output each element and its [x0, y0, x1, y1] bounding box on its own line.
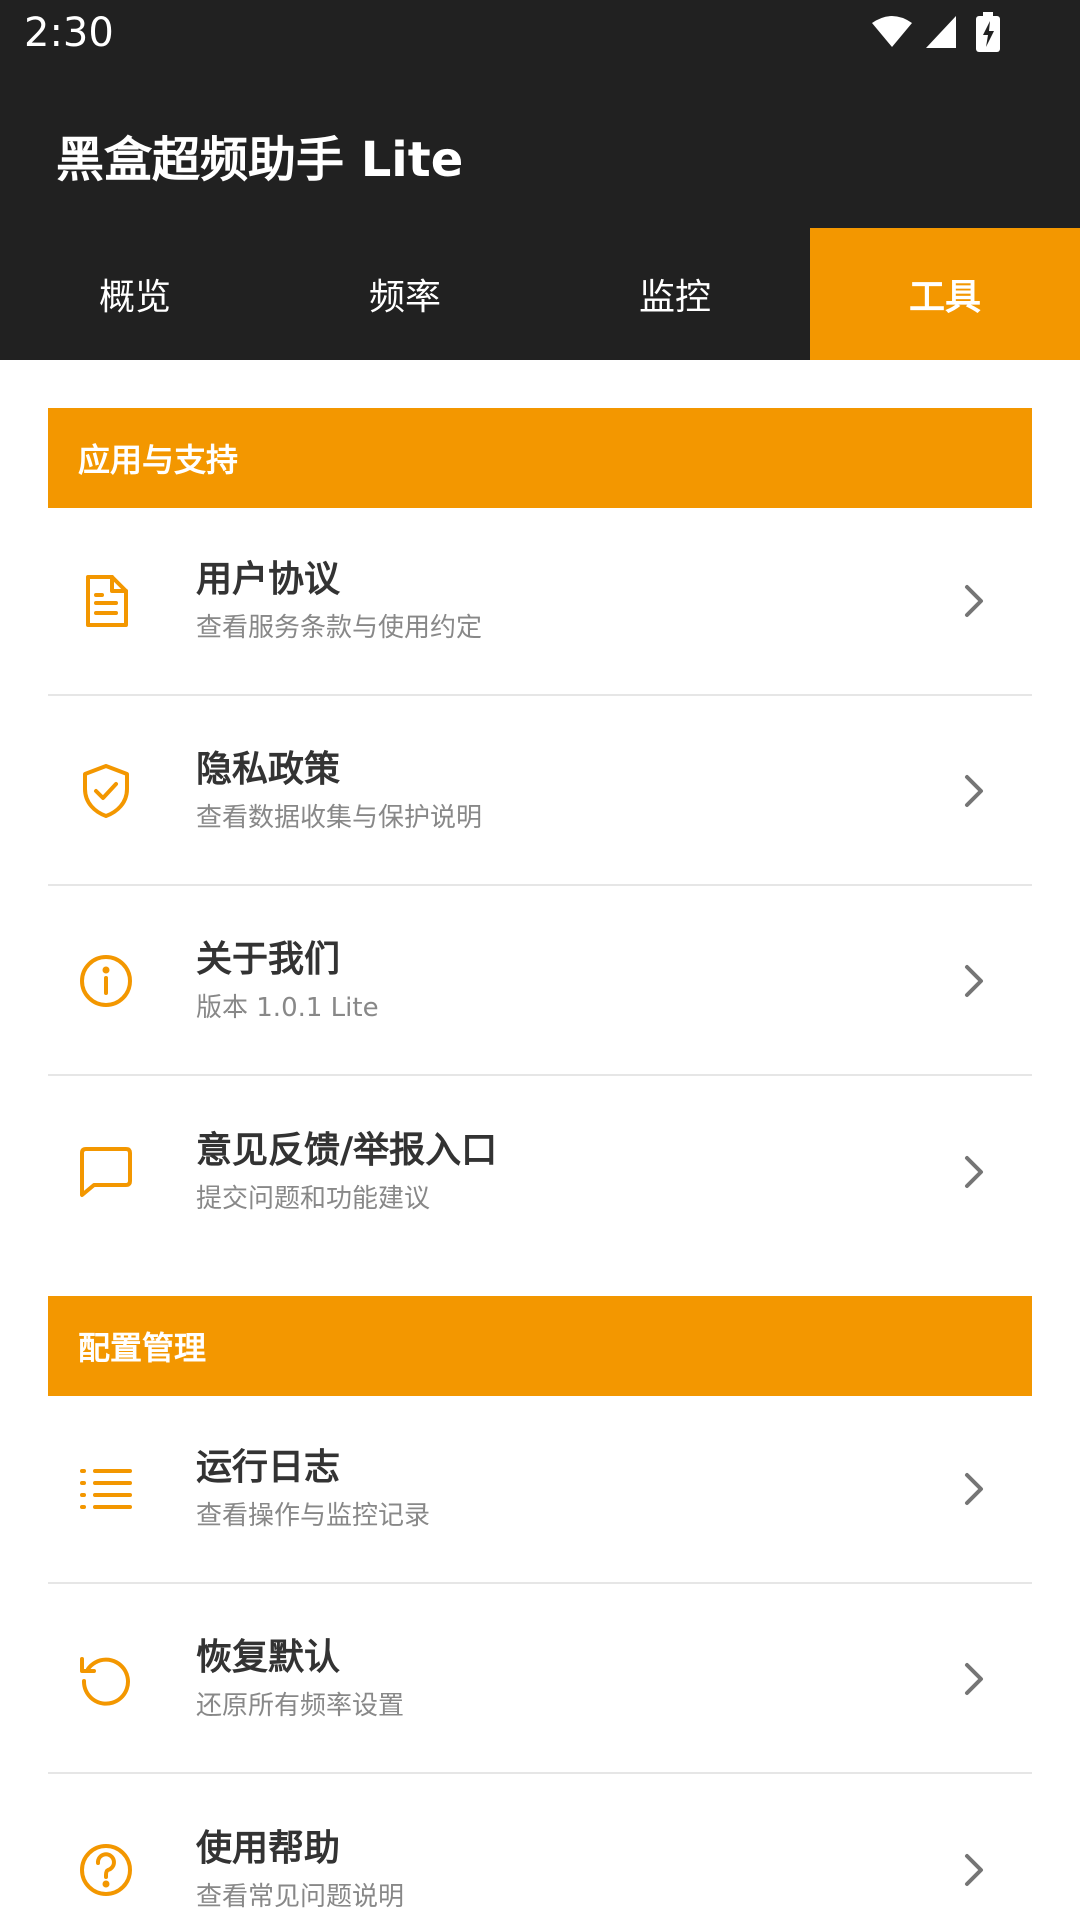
section-header-config: 配置管理 [48, 1296, 1032, 1396]
shield-check-icon [74, 759, 138, 823]
list-icon [74, 1457, 138, 1521]
app-bar: 黑盒超频助手 Lite [0, 72, 1080, 228]
tab-bar: 概览 频率 监控 工具 [0, 228, 1080, 360]
item-subtitle: 查看操作与监控记录 [196, 1501, 431, 1531]
tab-tools[interactable]: 工具 [810, 228, 1080, 360]
item-title: 使用帮助 [196, 1828, 341, 1869]
status-time: 2:30 [24, 10, 114, 56]
reset-icon [74, 1647, 138, 1711]
item-subtitle: 还原所有频率设置 [196, 1691, 405, 1721]
tools-content: 应用与支持 用户协议 查看服务条款与使用约定 隐私政策 查看数据收集与保护说明 … [0, 360, 1080, 1920]
wifi-icon [872, 16, 912, 47]
help-icon [74, 1838, 138, 1902]
item-subtitle: 查看服务条款与使用约定 [196, 613, 483, 643]
document-icon [74, 569, 138, 633]
help-item[interactable]: 使用帮助 查看常见问题说明 [48, 1776, 1032, 1920]
item-title: 恢复默认 [196, 1637, 341, 1678]
chevron-right-icon [954, 1850, 994, 1890]
cell-signal-icon [926, 16, 961, 48]
privacy-policy-item[interactable]: 隐私政策 查看数据收集与保护说明 [48, 698, 1032, 886]
chevron-right-icon [954, 961, 994, 1001]
tab-overview[interactable]: 概览 [0, 228, 270, 360]
item-title: 意见反馈/举报入口 [196, 1130, 498, 1171]
feedback-item[interactable]: 意见反馈/举报入口 提交问题和功能建议 [48, 1078, 1032, 1266]
about-us-item[interactable]: 关于我们 版本 1.0.1 Lite [48, 888, 1032, 1076]
chevron-right-icon [954, 1659, 994, 1699]
item-title: 用户协议 [196, 559, 341, 600]
restore-default-item[interactable]: 恢复默认 还原所有频率设置 [48, 1586, 1032, 1774]
tab-monitor[interactable]: 监控 [540, 228, 810, 360]
info-icon [74, 949, 138, 1013]
item-subtitle: 提交问题和功能建议 [196, 1184, 431, 1214]
run-log-item[interactable]: 运行日志 查看操作与监控记录 [48, 1396, 1032, 1584]
tab-frequency[interactable]: 频率 [270, 228, 540, 360]
item-subtitle: 查看常见问题说明 [196, 1882, 405, 1912]
chevron-right-icon [954, 1152, 994, 1192]
chevron-right-icon [954, 771, 994, 811]
item-subtitle: 查看数据收集与保护说明 [196, 803, 483, 833]
item-subtitle: 版本 1.0.1 Lite [196, 993, 379, 1023]
chevron-right-icon [954, 1469, 994, 1509]
section-header-app-support: 应用与支持 [48, 408, 1032, 508]
status-icons [872, 12, 1000, 52]
message-icon [74, 1140, 138, 1204]
item-title: 隐私政策 [196, 749, 341, 790]
user-agreement-item[interactable]: 用户协议 查看服务条款与使用约定 [48, 508, 1032, 696]
status-bar: 2:30 [0, 0, 1080, 72]
item-title: 关于我们 [196, 939, 341, 980]
item-title: 运行日志 [196, 1447, 341, 1488]
battery-icon [976, 12, 1000, 52]
chevron-right-icon [954, 581, 994, 621]
app-title: 黑盒超频助手 Lite [56, 132, 464, 188]
